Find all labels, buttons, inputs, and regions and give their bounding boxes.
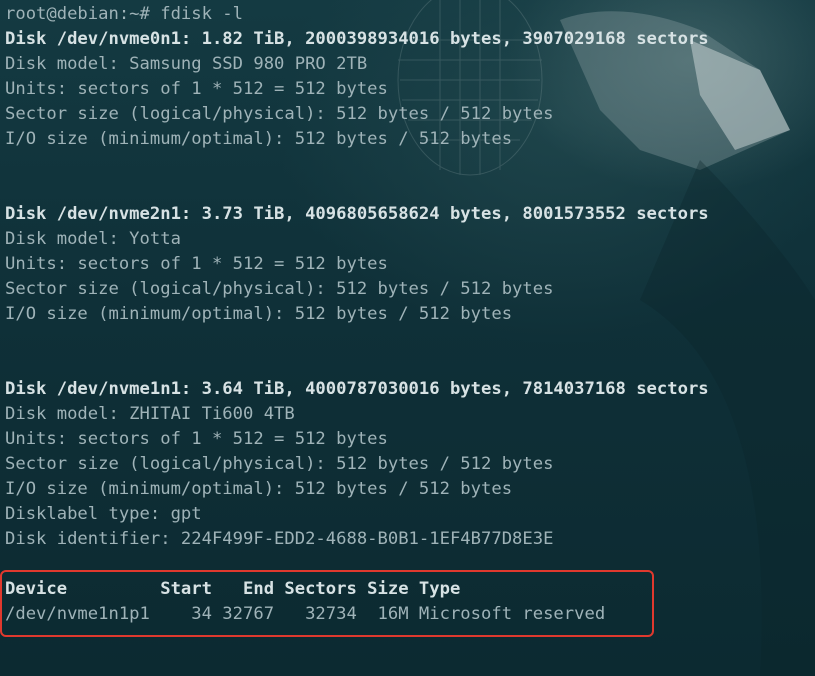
- disk-model-nvme2n1: Disk model: Yotta: [5, 229, 181, 249]
- disklabel-type-nvme1n1: Disklabel type: gpt: [5, 504, 202, 524]
- disk-units-nvme0n1: Units: sectors of 1 * 512 = 512 bytes: [5, 79, 388, 99]
- disk-units-nvme1n1: Units: sectors of 1 * 512 = 512 bytes: [5, 429, 388, 449]
- disk-units-nvme2n1: Units: sectors of 1 * 512 = 512 bytes: [5, 254, 388, 274]
- disk-sector-size-nvme2n1: Sector size (logical/physical): 512 byte…: [5, 279, 554, 299]
- disk-sector-size-nvme0n1: Sector size (logical/physical): 512 byte…: [5, 104, 554, 124]
- partition-highlight-box: [0, 570, 654, 637]
- disk-sector-size-nvme1n1: Sector size (logical/physical): 512 byte…: [5, 454, 554, 474]
- disk-io-size-nvme0n1: I/O size (minimum/optimal): 512 bytes / …: [5, 129, 513, 149]
- disk-header-nvme1n1: Disk /dev/nvme1n1: 3.64 TiB, 40007870300…: [5, 379, 709, 399]
- disk-header-nvme0n1: Disk /dev/nvme0n1: 1.82 TiB, 20003989340…: [5, 29, 709, 49]
- command-prompt-line: root@debian:~# fdisk -l: [5, 4, 243, 24]
- disk-io-size-nvme2n1: I/O size (minimum/optimal): 512 bytes / …: [5, 304, 513, 324]
- terminal-output: root@debian:~# fdisk -l Disk /dev/nvme0n…: [5, 2, 709, 627]
- terminal-window[interactable]: root@debian:~# fdisk -l Disk /dev/nvme0n…: [0, 0, 815, 676]
- disk-model-nvme0n1: Disk model: Samsung SSD 980 PRO 2TB: [5, 54, 368, 74]
- disk-io-size-nvme1n1: I/O size (minimum/optimal): 512 bytes / …: [5, 479, 513, 499]
- disk-identifier-nvme1n1: Disk identifier: 224F499F-EDD2-4688-B0B1…: [5, 529, 554, 549]
- disk-model-nvme1n1: Disk model: ZHITAI Ti600 4TB: [5, 404, 295, 424]
- disk-header-nvme2n1: Disk /dev/nvme2n1: 3.73 TiB, 40968056586…: [5, 204, 709, 224]
